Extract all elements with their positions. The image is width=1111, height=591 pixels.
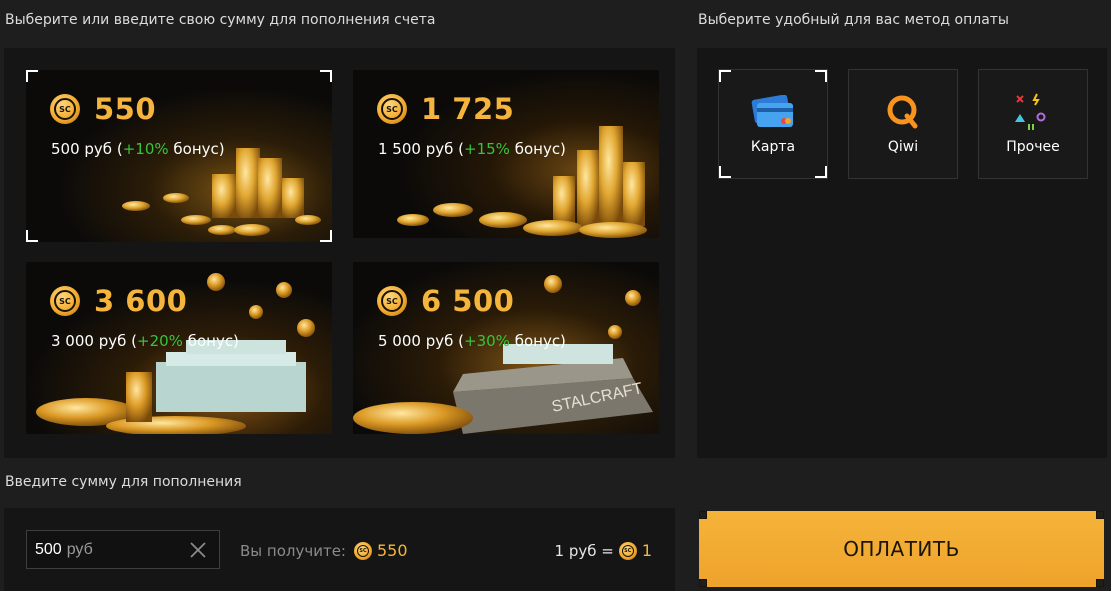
you-get-row: Вы получите: SC 550	[240, 541, 408, 560]
coin-icon: SC	[50, 94, 80, 124]
package-price: 3 000 руб (+20% бонус)	[51, 332, 239, 350]
button-corner	[699, 579, 707, 587]
amount-input-box[interactable]: 500 руб	[26, 530, 220, 569]
selection-corner	[719, 70, 731, 82]
package-card-3600[interactable]: SC 3 600 3 000 руб (+20% бонус)	[26, 262, 332, 434]
selection-corner	[815, 70, 827, 82]
package-amount: 550	[94, 92, 157, 126]
coin-icon: SC	[377, 94, 407, 124]
selection-corner	[719, 166, 731, 178]
you-get-value: 550	[376, 541, 408, 560]
clear-icon[interactable]	[188, 540, 208, 560]
rate-left: 1 руб =	[554, 541, 614, 560]
coin-icon: SC	[353, 541, 372, 560]
payment-method-card[interactable]: Карта	[718, 69, 828, 179]
payment-method-qiwi[interactable]: Qiwi	[848, 69, 958, 179]
payment-method-label: Qiwi	[887, 139, 919, 155]
qiwi-icon	[887, 95, 918, 129]
package-price: 5 000 руб (+30% бонус)	[378, 332, 566, 350]
package-amount: 1 725	[421, 92, 515, 126]
button-corner	[1096, 511, 1104, 519]
bonus-percent: +20%	[137, 332, 183, 350]
rate-right: 1	[641, 541, 652, 560]
amount-unit: руб	[66, 540, 93, 558]
selection-corner	[320, 70, 332, 82]
methods-heading: Выберите удобный для вас метод оплаты	[698, 12, 1009, 28]
you-get-label: Вы получите:	[240, 541, 346, 560]
selection-corner	[26, 70, 38, 82]
pay-button-label: ОПЛАТИТЬ	[843, 537, 960, 561]
coin-icon: SC	[618, 541, 637, 560]
bonus-percent: +30%	[464, 332, 510, 350]
selection-corner	[320, 230, 332, 242]
packages-heading: Выберите или введите свою сумму для попо…	[5, 12, 436, 28]
package-card-1725[interactable]: SC 1 725 1 500 руб (+15% бонус)	[353, 70, 659, 238]
exchange-rate: 1 руб = SC 1	[555, 541, 652, 560]
selection-corner	[26, 230, 38, 242]
other-methods-icon	[1015, 93, 1046, 130]
pay-button[interactable]: ОПЛАТИТЬ	[699, 511, 1104, 587]
amount-input[interactable]: 500	[35, 541, 62, 559]
bonus-percent: +15%	[464, 140, 510, 158]
package-amount: 3 600	[94, 284, 188, 318]
button-corner	[1096, 579, 1104, 587]
credit-card-icon	[751, 95, 793, 127]
selection-corner	[815, 166, 827, 178]
coin-icon: SC	[50, 286, 80, 316]
payment-method-label: Карта	[750, 139, 796, 155]
payment-method-label: Прочее	[1006, 139, 1060, 155]
bonus-percent: +10%	[122, 140, 169, 158]
package-amount: 6 500	[421, 284, 515, 318]
custom-amount-heading: Введите сумму для пополнения	[5, 474, 242, 490]
package-card-550[interactable]: SC 550 500 руб (+10% бонус)	[26, 70, 332, 242]
package-card-6500[interactable]: STALCRAFT SC 6 500 5 000 руб (+30% бонус)	[353, 262, 659, 434]
package-price: 1 500 руб (+15% бонус)	[378, 140, 566, 158]
payment-method-other[interactable]: Прочее	[978, 69, 1088, 179]
coin-icon: SC	[377, 286, 407, 316]
package-price: 500 руб (+10% бонус)	[51, 140, 225, 158]
button-corner	[699, 511, 707, 519]
